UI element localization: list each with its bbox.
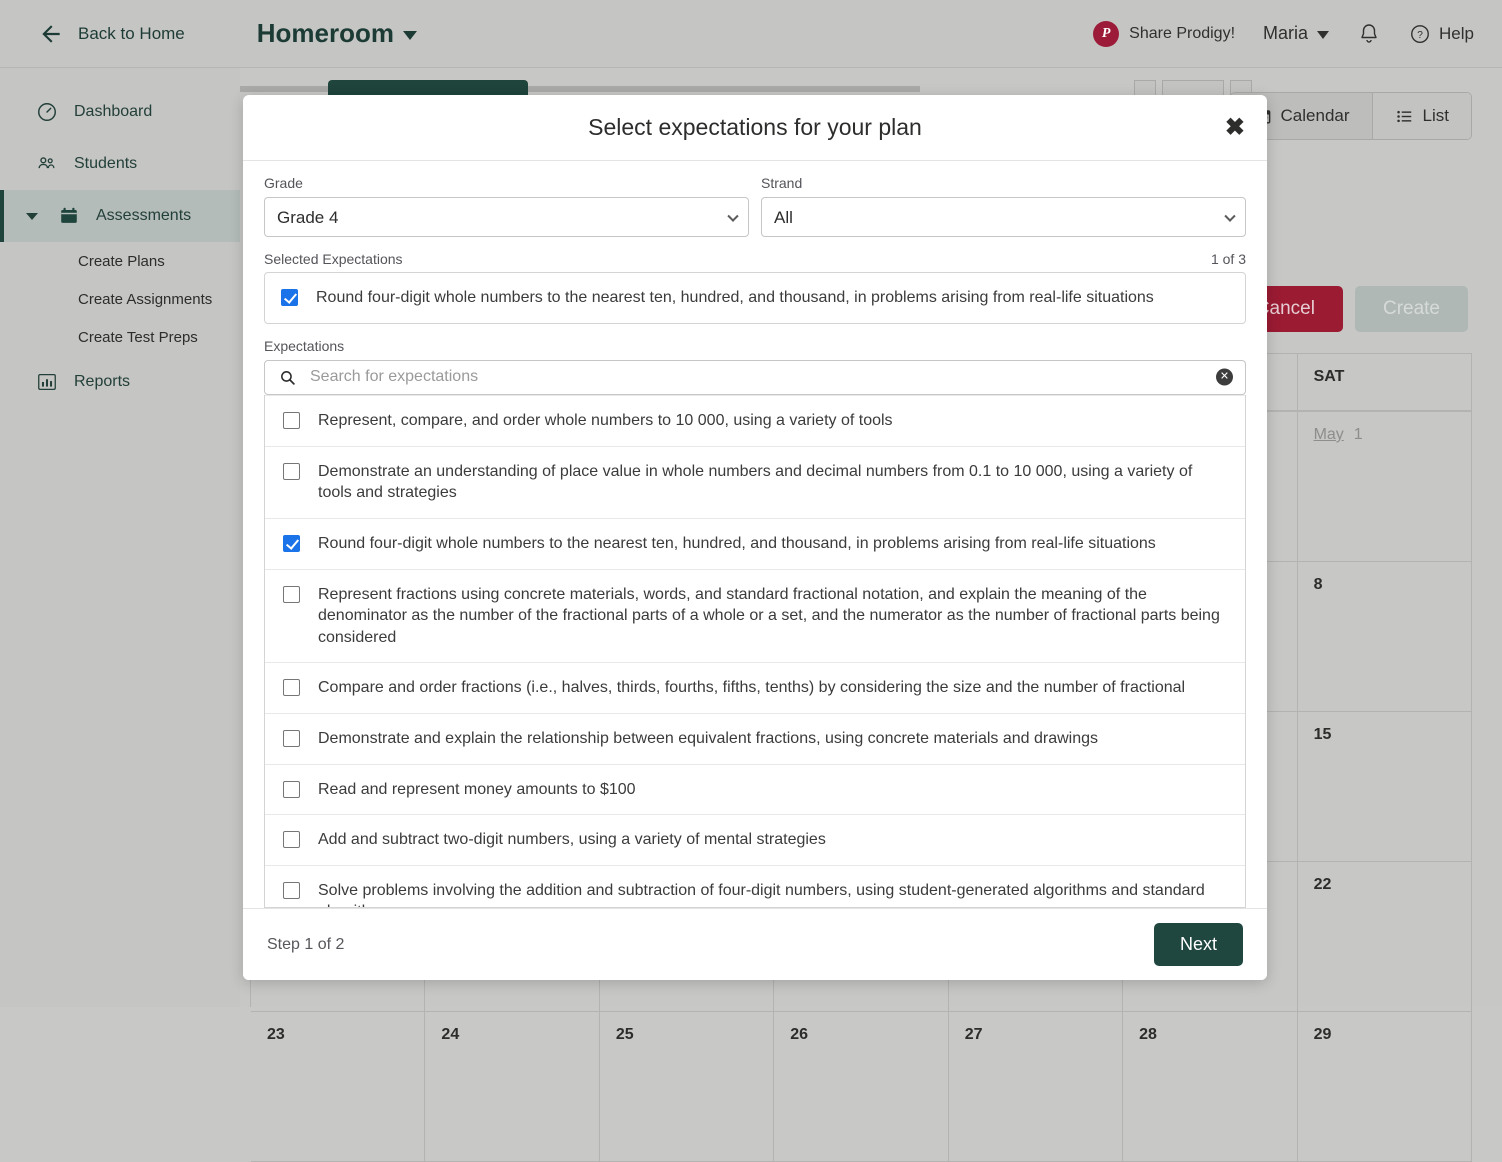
list-item[interactable]: Demonstrate an understanding of place va… — [265, 447, 1245, 519]
expectation-text: Solve problems involving the addition an… — [318, 880, 1227, 908]
expectations-label: Expectations — [264, 338, 1246, 354]
expectation-text: Compare and order fractions (i.e., halve… — [318, 677, 1185, 699]
modal-title: Select expectations for your plan — [588, 114, 922, 141]
grade-select[interactable]: Grade 4 — [264, 197, 749, 237]
list-item[interactable]: Represent, compare, and order whole numb… — [265, 395, 1245, 447]
calendar-day-cell[interactable]: 26 — [774, 1012, 948, 1162]
close-icon[interactable]: ✖ — [1225, 116, 1245, 140]
list-item[interactable]: Compare and order fractions (i.e., halve… — [265, 663, 1245, 714]
calendar-day-cell[interactable]: 29 — [1298, 1012, 1472, 1162]
strand-select[interactable]: All — [761, 197, 1246, 237]
expectation-text: Demonstrate and explain the relationship… — [318, 728, 1098, 750]
expectation-text: Round four-digit whole numbers to the ne… — [318, 533, 1156, 555]
list-item[interactable]: Read and represent money amounts to $100 — [265, 765, 1245, 816]
expectation-text: Represent fractions using concrete mater… — [318, 584, 1227, 649]
search-icon — [279, 369, 296, 386]
list-item[interactable]: Represent fractions using concrete mater… — [265, 570, 1245, 664]
modal-header: Select expectations for your plan ✖ — [243, 95, 1267, 161]
checkbox-icon[interactable] — [283, 882, 300, 899]
checkbox-icon[interactable] — [283, 412, 300, 429]
modal-body: Grade Grade 4 Strand All — [243, 161, 1267, 908]
expectation-text: Demonstrate an understanding of place va… — [318, 461, 1227, 504]
calendar-day-cell[interactable]: 24 — [425, 1012, 599, 1162]
list-item[interactable]: Add and subtract two-digit numbers, usin… — [265, 815, 1245, 866]
checkbox-icon[interactable] — [283, 781, 300, 798]
grade-label: Grade — [264, 175, 749, 191]
checkbox-icon[interactable] — [283, 463, 300, 480]
grade-field: Grade Grade 4 — [264, 175, 749, 237]
selected-expectations-header: Selected Expectations 1 of 3 — [264, 251, 1246, 267]
checkbox-checked-icon[interactable] — [283, 535, 300, 552]
checkbox-icon[interactable] — [283, 679, 300, 696]
checkbox-checked-icon[interactable] — [281, 289, 298, 306]
selected-expectation-text: Round four-digit whole numbers to the ne… — [316, 287, 1154, 309]
strand-label: Strand — [761, 175, 1246, 191]
calendar-day-cell[interactable]: 27 — [949, 1012, 1123, 1162]
modal-footer: Step 1 of 2 Next — [243, 908, 1267, 980]
selected-expectation-row[interactable]: Round four-digit whole numbers to the ne… — [264, 272, 1246, 324]
checkbox-icon[interactable] — [283, 730, 300, 747]
search-input[interactable] — [308, 367, 1205, 387]
expectations-list[interactable]: Represent, compare, and order whole numb… — [264, 395, 1246, 908]
filters-row: Grade Grade 4 Strand All — [264, 175, 1246, 237]
checkbox-icon[interactable] — [283, 831, 300, 848]
next-button[interactable]: Next — [1154, 923, 1243, 966]
modal-overlay: Select expectations for your plan ✖ Grad… — [0, 0, 1502, 1007]
calendar-day-cell[interactable]: 28 — [1123, 1012, 1297, 1162]
selected-expectations-count: 1 of 3 — [1211, 251, 1246, 267]
strand-field: Strand All — [761, 175, 1246, 237]
list-item[interactable]: Round four-digit whole numbers to the ne… — [265, 519, 1245, 570]
calendar-day-cell[interactable]: 25 — [600, 1012, 774, 1162]
checkbox-icon[interactable] — [283, 586, 300, 603]
selected-expectations-label: Selected Expectations — [264, 251, 403, 267]
list-item[interactable]: Solve problems involving the addition an… — [265, 866, 1245, 908]
expectations-search: ✕ — [264, 360, 1246, 396]
select-expectations-modal: Select expectations for your plan ✖ Grad… — [243, 95, 1267, 980]
expectation-text: Read and represent money amounts to $100 — [318, 779, 636, 801]
expectation-text: Represent, compare, and order whole numb… — [318, 410, 893, 432]
expectation-text: Add and subtract two-digit numbers, usin… — [318, 829, 826, 851]
clear-search-icon[interactable]: ✕ — [1216, 369, 1233, 386]
step-indicator: Step 1 of 2 — [267, 936, 344, 954]
list-item[interactable]: Demonstrate and explain the relationship… — [265, 714, 1245, 765]
calendar-day-cell[interactable]: 23 — [251, 1012, 425, 1162]
